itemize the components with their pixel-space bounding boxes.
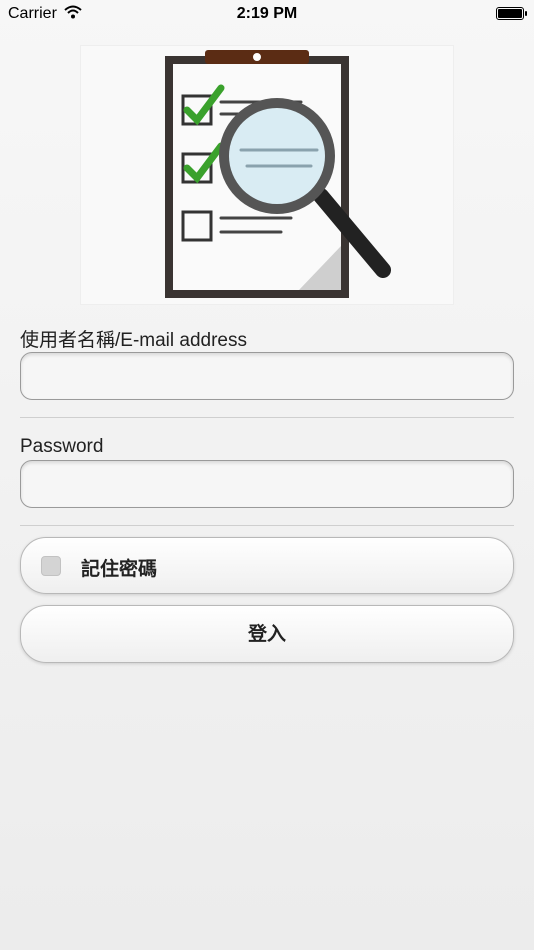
username-input[interactable] (20, 352, 514, 400)
password-label: Password (20, 436, 104, 457)
app-logo (80, 45, 454, 305)
username-label: 使用者名稱/E-mail address (20, 330, 247, 351)
password-input[interactable] (20, 460, 514, 508)
status-bar: Carrier 2:19 PM (0, 0, 534, 28)
remember-password-checkbox[interactable] (41, 556, 61, 576)
remember-password-label: 記住密碼 (81, 559, 158, 580)
battery-icon (496, 7, 527, 20)
clock: 2:19 PM (236, 5, 298, 22)
divider (20, 417, 514, 418)
login-button[interactable]: 登入 (20, 605, 514, 663)
divider (20, 525, 514, 526)
clipboard-checklist-magnifier-icon (165, 50, 391, 298)
remember-password-toggle[interactable]: 記住密碼 (20, 537, 514, 594)
